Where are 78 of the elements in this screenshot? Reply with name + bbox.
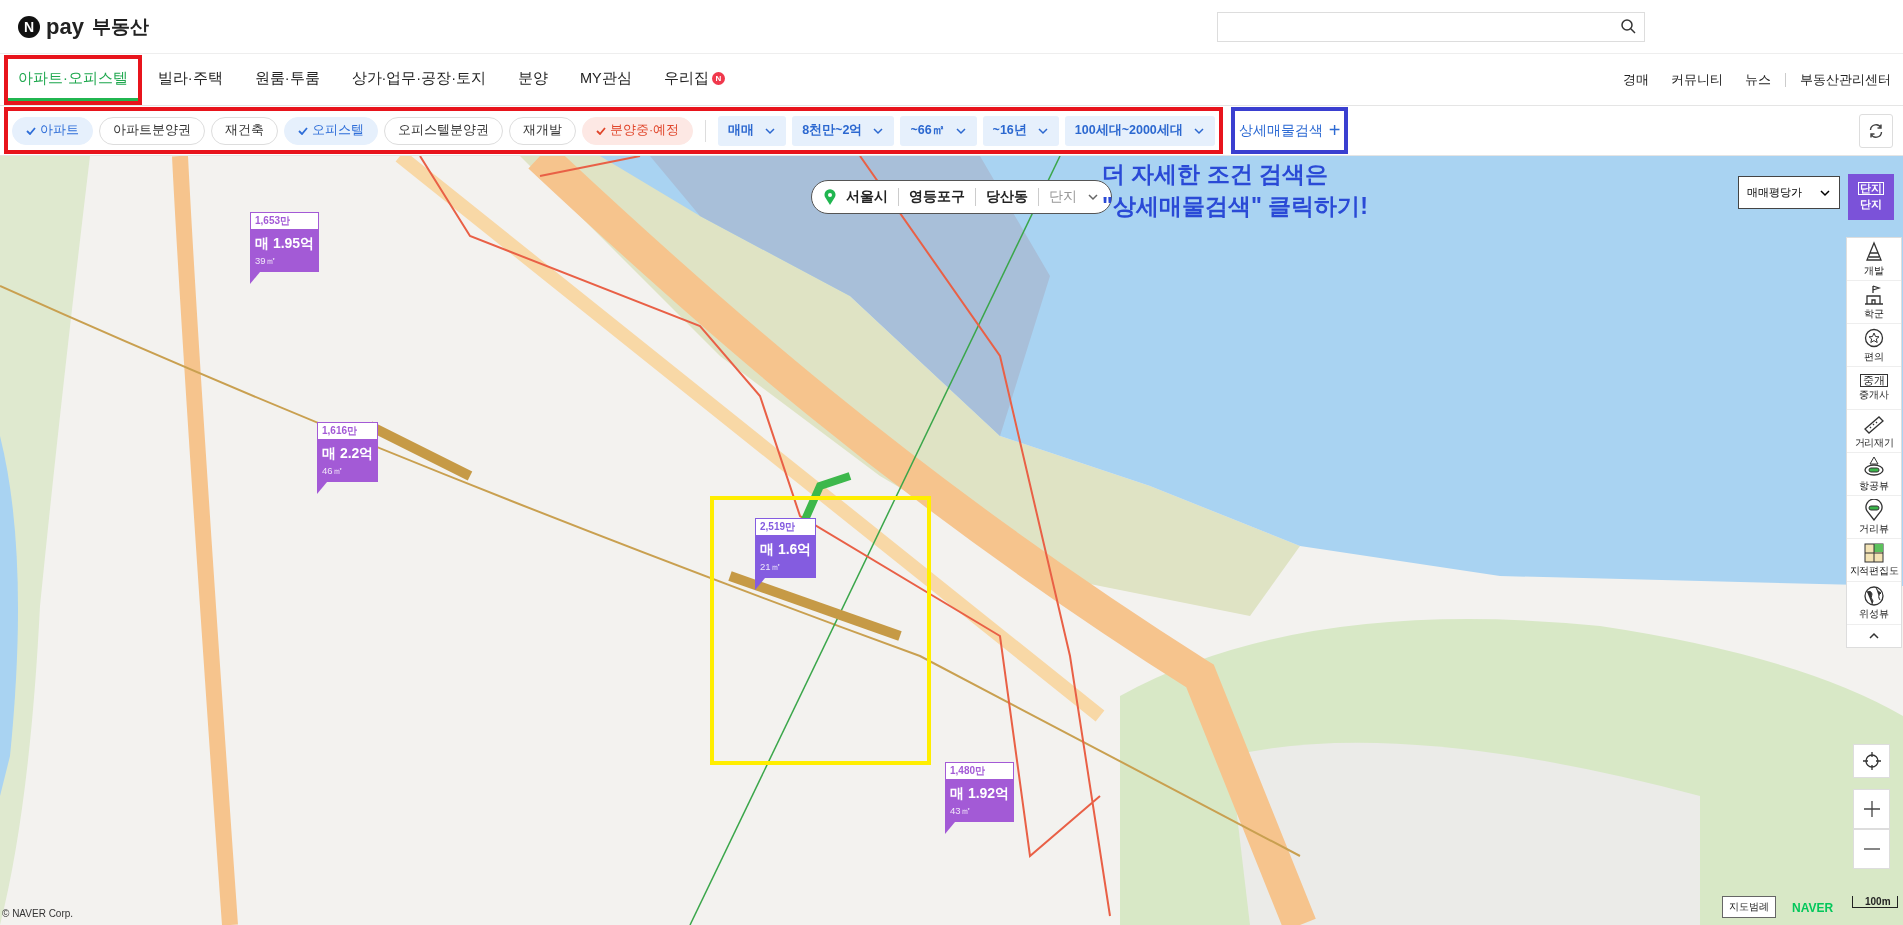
copyright-text: © NAVER Corp. bbox=[2, 908, 74, 919]
filter-dropdown[interactable]: 8천만~2억 bbox=[792, 115, 895, 146]
marker-pointer bbox=[317, 482, 327, 494]
speech-bubble-icon: 중개 bbox=[1860, 373, 1888, 388]
header-link[interactable]: 커뮤니티 bbox=[1671, 70, 1723, 89]
refresh-button[interactable] bbox=[1859, 113, 1893, 148]
breadcrumb-item[interactable]: 당산동 bbox=[986, 188, 1039, 206]
filter-dropdown[interactable]: 100세대~2000세대 bbox=[1064, 115, 1215, 146]
filter-chip[interactable]: 분양중·예정 bbox=[582, 116, 694, 145]
marker-pointer bbox=[945, 822, 955, 834]
price-per-pyeong: 1,653만 bbox=[250, 212, 320, 230]
marker-price: 매 1.92억 bbox=[950, 785, 1010, 803]
header-link[interactable]: 뉴스 bbox=[1745, 70, 1771, 89]
logo-mark[interactable]: N bbox=[18, 15, 40, 38]
filter-dropdown[interactable]: ~16년 bbox=[982, 115, 1059, 146]
crosshair-icon bbox=[1862, 752, 1881, 770]
search-icon[interactable] bbox=[1621, 19, 1636, 34]
nav-tab[interactable]: MY관심 bbox=[566, 54, 646, 105]
complex-button[interactable]: 단지 단지 bbox=[1848, 174, 1894, 220]
logo-title[interactable]: 부동산 bbox=[91, 13, 149, 40]
grid-map-icon bbox=[1864, 542, 1884, 563]
nav-tab[interactable]: 우리집 N bbox=[649, 54, 739, 105]
logo-brand[interactable]: pay bbox=[46, 13, 84, 40]
marker-area: 21㎡ bbox=[760, 561, 812, 574]
search-field[interactable] bbox=[1217, 11, 1645, 42]
marker-area: 43㎡ bbox=[950, 805, 1010, 818]
marker-price: 매 1.6억 bbox=[760, 541, 812, 559]
minus-icon bbox=[1863, 848, 1880, 850]
map-scale: 100m bbox=[1852, 896, 1898, 908]
filter-dropdown[interactable]: 매매 bbox=[718, 115, 787, 146]
marker-pointer bbox=[755, 578, 765, 590]
map-tool-button[interactable]: 개발 bbox=[1847, 238, 1901, 281]
nav-tab[interactable]: 원룸·투룸 bbox=[240, 54, 334, 105]
breadcrumb-item[interactable]: 영등포구 bbox=[909, 188, 976, 206]
school-icon bbox=[1864, 283, 1884, 306]
price-per-pyeong: 1,480만 bbox=[945, 762, 1015, 780]
filter-chip[interactable]: 오피스텔분양권 bbox=[384, 116, 503, 145]
map-tool-button[interactable]: 거리뷰 bbox=[1847, 496, 1901, 539]
header-link[interactable]: 부동산관리센터 bbox=[1800, 70, 1891, 89]
marker-area: 39㎡ bbox=[255, 255, 315, 268]
nav-tab[interactable]: 빌라·주택 bbox=[143, 54, 237, 105]
filter-chip[interactable]: 아파트분양권 bbox=[99, 116, 205, 145]
zoom-out-button[interactable] bbox=[1853, 829, 1890, 869]
filter-chip[interactable]: 재개발 bbox=[509, 116, 576, 145]
map-type-select[interactable]: 매매평당가 bbox=[1738, 176, 1840, 209]
filter-dropdown[interactable]: ~66㎡ bbox=[900, 115, 977, 146]
marker-pointer bbox=[250, 272, 260, 284]
filter-chip[interactable]: 아파트 bbox=[12, 116, 93, 145]
zoom-in-button[interactable] bbox=[1853, 789, 1890, 829]
nav-tab[interactable]: 분양 bbox=[504, 54, 563, 105]
map-provider-logo: NAVER bbox=[1792, 901, 1834, 915]
plus-icon bbox=[1863, 801, 1880, 817]
breadcrumb-item[interactable]: 서울시 bbox=[846, 188, 899, 206]
price-per-pyeong: 2,519만 bbox=[755, 518, 817, 536]
new-badge: N bbox=[711, 71, 725, 85]
cone-icon bbox=[1864, 240, 1884, 263]
check-icon bbox=[26, 126, 36, 135]
speech-bubble-icon: 단지 bbox=[1858, 181, 1884, 196]
refresh-icon bbox=[1868, 122, 1884, 139]
check-icon bbox=[596, 126, 606, 135]
map-pin-icon bbox=[1864, 498, 1884, 521]
header-link[interactable]: 경매 bbox=[1623, 70, 1649, 89]
filter-chip[interactable]: 재건축 bbox=[211, 116, 278, 145]
current-location-button[interactable] bbox=[1853, 744, 1890, 778]
chevron-up-icon bbox=[1868, 632, 1880, 640]
filter-chip[interactable]: 오피스텔 bbox=[284, 116, 378, 145]
map-legend-button[interactable]: 지도범례 bbox=[1722, 896, 1776, 918]
price-per-pyeong: 1,616만 bbox=[317, 422, 379, 440]
map-pin-icon bbox=[824, 189, 836, 205]
chevron-down-icon bbox=[1087, 191, 1099, 203]
marker-area: 46㎡ bbox=[322, 465, 374, 478]
marker-price: 매 1.95억 bbox=[255, 235, 315, 253]
nav-tab[interactable]: 상가·업무·공장·토지 bbox=[337, 54, 501, 105]
detail-search-button[interactable]: 상세매물검색 + bbox=[1234, 119, 1345, 142]
globe-icon bbox=[1864, 585, 1884, 606]
aerial-view-icon bbox=[1863, 455, 1885, 478]
check-icon bbox=[298, 126, 308, 135]
marker-price: 매 2.2억 bbox=[322, 445, 374, 463]
